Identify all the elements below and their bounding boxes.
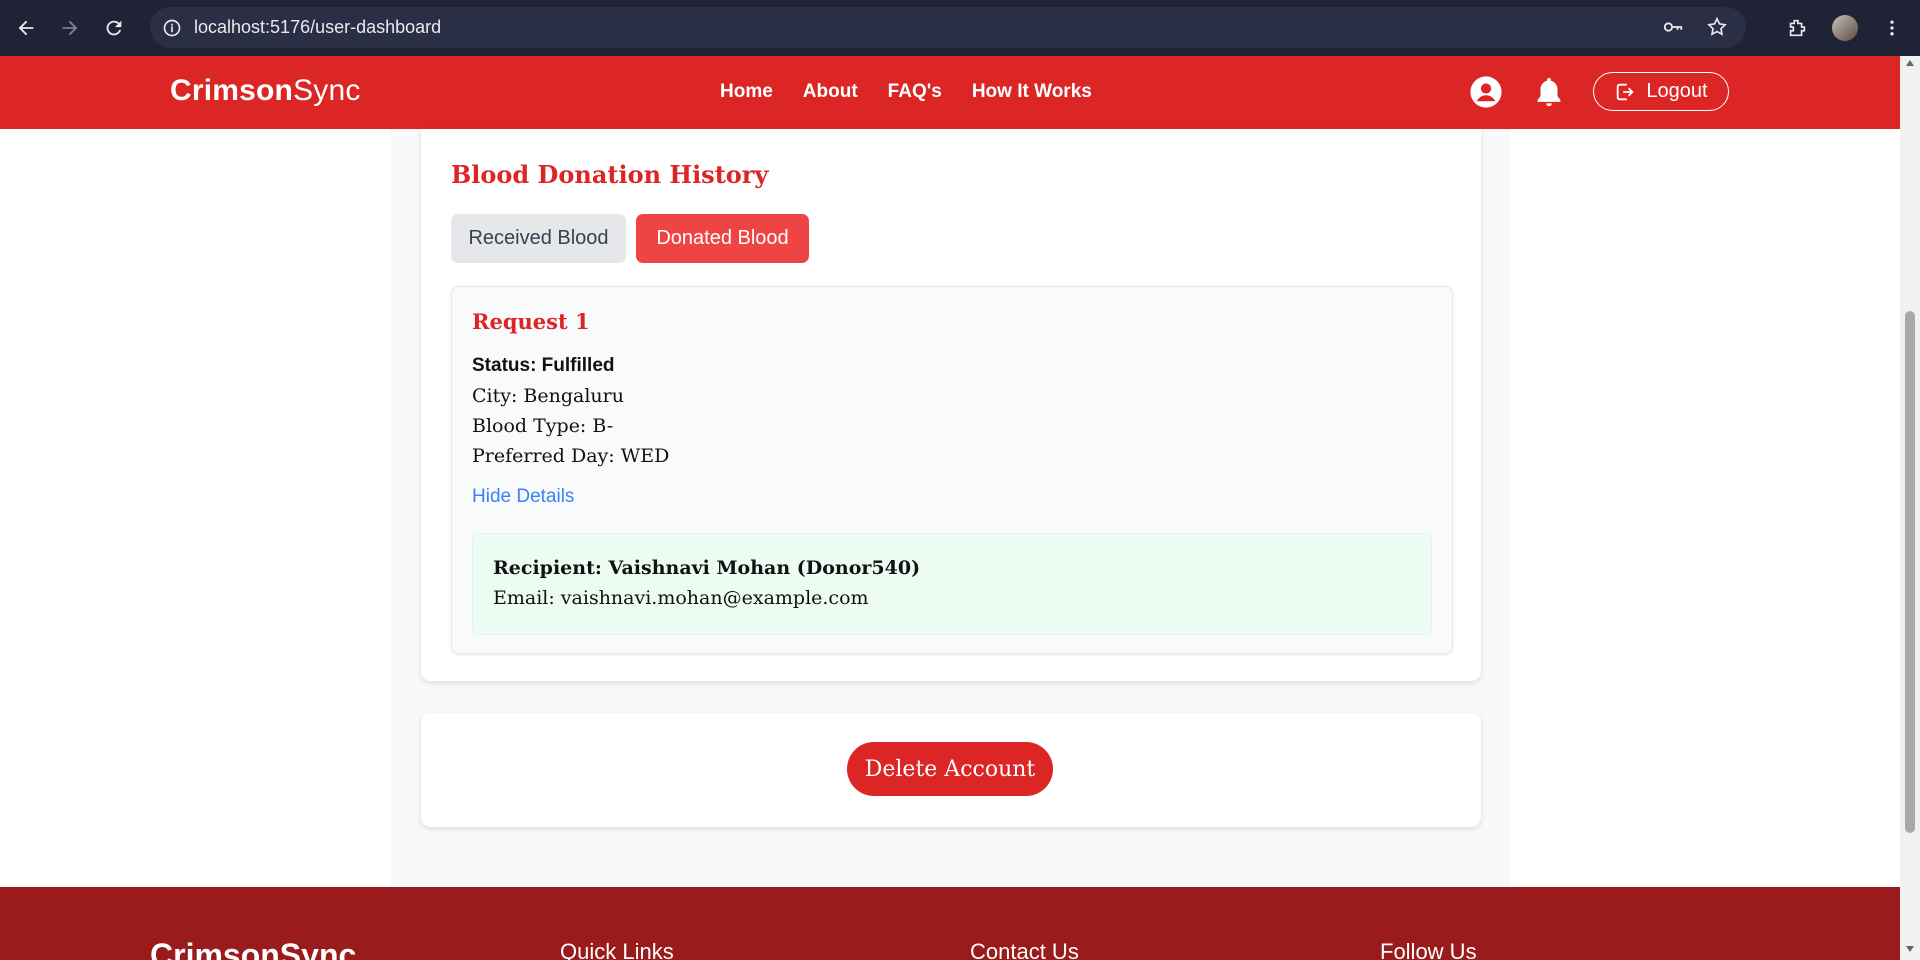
footer-brand: CrimsonSync (150, 937, 357, 960)
scroll-down-icon[interactable] (1906, 946, 1914, 952)
delete-account-button[interactable]: Delete Account (847, 742, 1053, 796)
request-preferred-day: Preferred Day: WED (472, 445, 670, 467)
logout-button[interactable]: Logout (1593, 72, 1729, 111)
site-footer: CrimsonSync Quick Links Contact Us Follo… (0, 887, 1900, 960)
brand-logo[interactable]: CrimsonSync (170, 74, 361, 108)
scroll-thumb[interactable] (1905, 311, 1915, 833)
forward-button[interactable] (48, 6, 92, 50)
site-info-icon[interactable] (162, 18, 182, 38)
reload-icon (106, 20, 122, 36)
hide-details-link[interactable]: Hide Details (472, 486, 574, 508)
donation-history-card: Blood Donation History Received Blood Do… (421, 129, 1481, 681)
address-bar[interactable]: localhost:5176/user-dashboard (150, 7, 1746, 48)
arrow-left-icon (18, 20, 34, 36)
nav-faqs[interactable]: FAQ's (888, 81, 942, 103)
app-header: CrimsonSync Home About FAQ's How It Work… (0, 56, 1900, 129)
footer-follow-us: Follow Us (1380, 939, 1477, 960)
recipient-details: Recipient: Vaishnavi Mohan (Donor540) Em… (472, 533, 1432, 635)
recipient-name: Recipient: Vaishnavi Mohan (Donor540) (493, 557, 921, 579)
back-button[interactable] (4, 6, 48, 50)
password-key-icon[interactable] (1662, 16, 1684, 38)
nav-home[interactable]: Home (720, 81, 773, 103)
footer-quick-links: Quick Links (560, 939, 674, 960)
page-scrollbar[interactable] (1900, 56, 1920, 960)
browser-toolbar: localhost:5176/user-dashboard (0, 0, 1920, 56)
main-nav: Home About FAQ's How It Works (720, 81, 1092, 103)
brand-bold: Crimson (170, 74, 294, 107)
extensions-icon[interactable] (1786, 17, 1808, 39)
request-status: Status: Fulfilled (472, 355, 615, 376)
recipient-email: Email: vaishnavi.mohan@example.com (493, 587, 869, 609)
account-actions-card: Delete Account (421, 713, 1481, 827)
brand-light: Sync (293, 74, 361, 107)
arrow-right-icon (62, 20, 78, 36)
logout-icon (1617, 83, 1635, 100)
request-blood-type: Blood Type: B- (472, 415, 614, 437)
section-title: Blood Donation History (451, 160, 769, 189)
profile-avatar[interactable] (1832, 15, 1858, 41)
request-title: Request 1 (472, 309, 590, 334)
nav-about[interactable]: About (803, 81, 858, 103)
footer-contact-us: Contact Us (970, 939, 1079, 960)
scroll-up-icon[interactable] (1906, 60, 1914, 66)
nav-how-it-works[interactable]: How It Works (972, 81, 1092, 103)
reload-button[interactable] (92, 6, 136, 50)
tab-received-blood[interactable]: Received Blood (451, 214, 626, 263)
tab-donated-blood[interactable]: Donated Blood (636, 214, 809, 263)
bookmark-star-icon[interactable] (1706, 16, 1728, 38)
url-text: localhost:5176/user-dashboard (194, 17, 442, 37)
kebab-menu-icon[interactable] (1882, 18, 1902, 38)
request-city: City: Bengaluru (472, 385, 624, 407)
bell-icon[interactable] (1532, 75, 1566, 109)
user-profile-icon[interactable] (1469, 75, 1503, 109)
logout-label: Logout (1646, 80, 1708, 102)
request-card: Request 1 Status: Fulfilled City: Bengal… (451, 286, 1453, 654)
